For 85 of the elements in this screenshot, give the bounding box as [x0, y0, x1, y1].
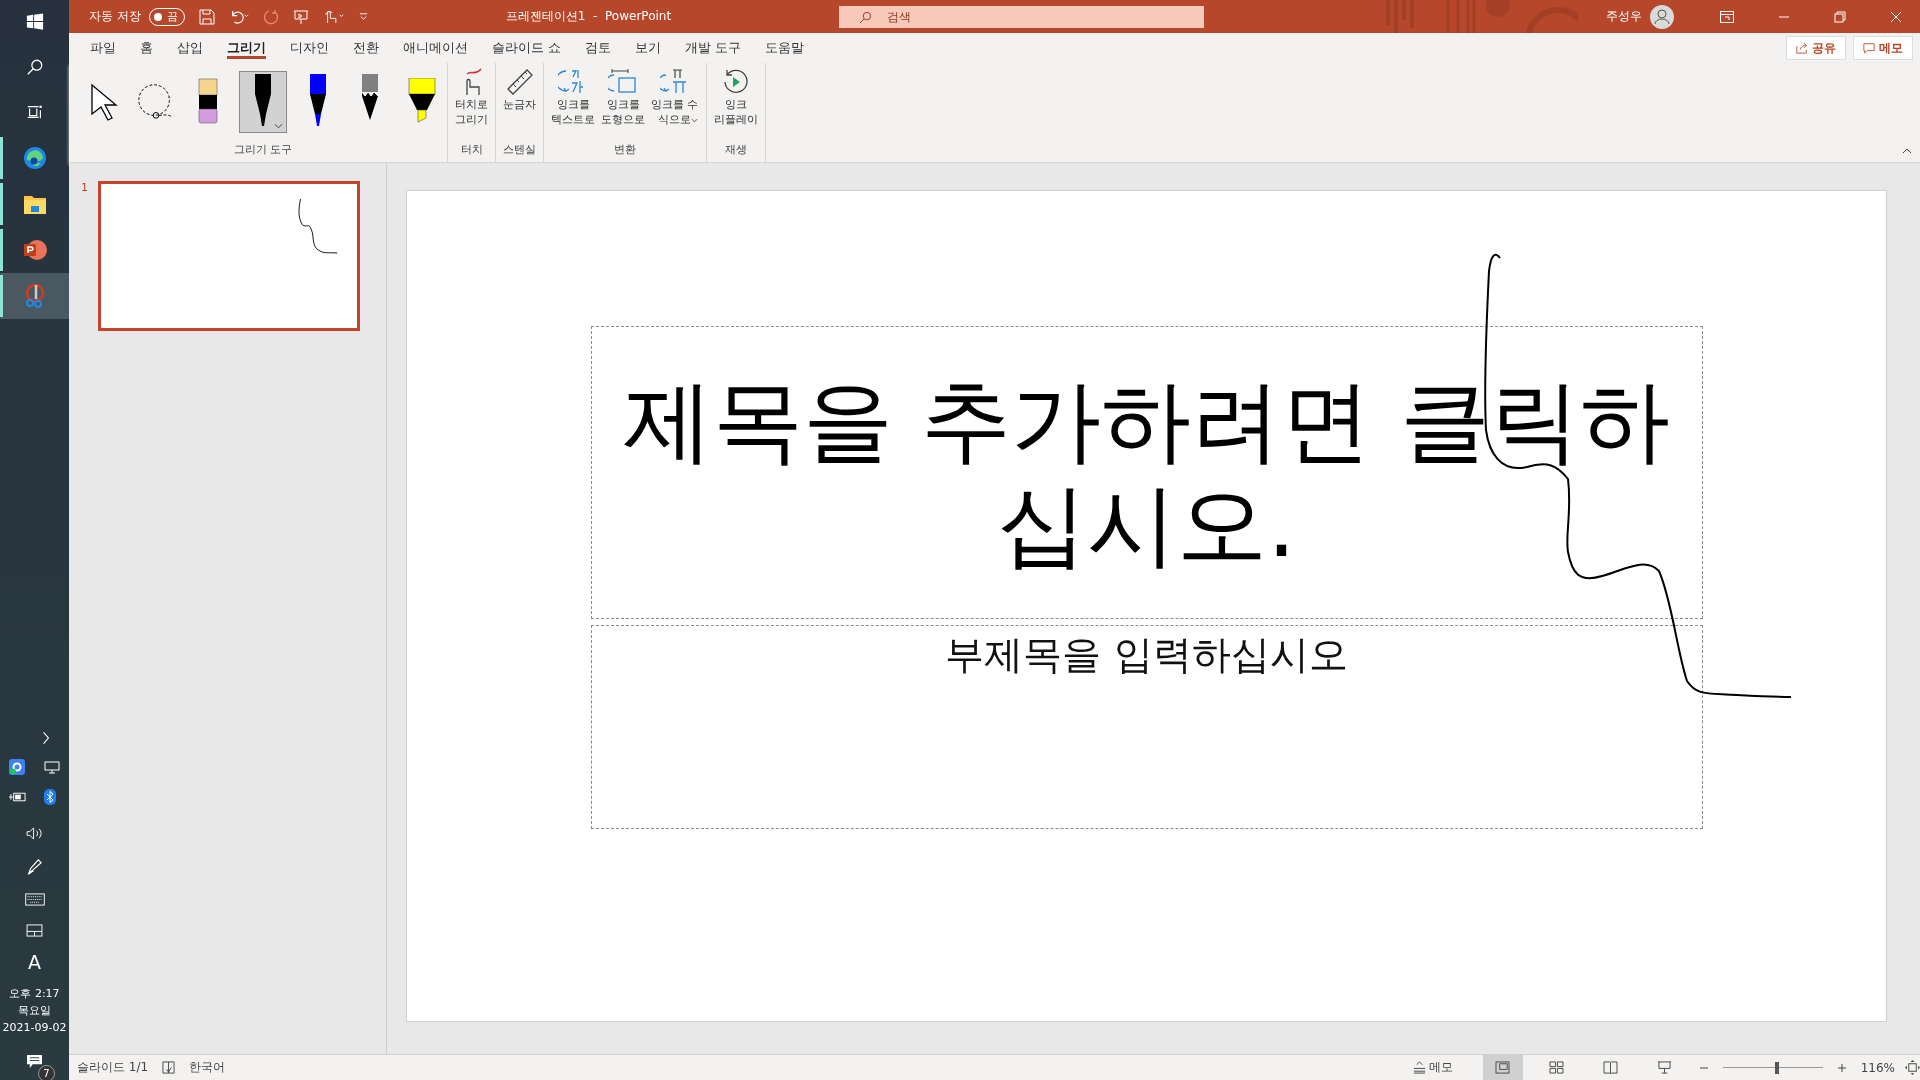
ribbon-tab[interactable]: 슬라이드 쇼	[480, 33, 574, 63]
pen-icon[interactable]	[26, 858, 43, 875]
sync-app-icon[interactable]	[8, 759, 25, 775]
taskbar-app[interactable]	[0, 273, 69, 319]
collapse-ribbon-icon[interactable]	[1902, 148, 1912, 154]
grid-view-icon	[1549, 1061, 1565, 1074]
ribbon-tab[interactable]: 애니메이션	[391, 33, 480, 63]
network-icon[interactable]	[43, 759, 60, 775]
ribbon-tab[interactable]: 그리기	[215, 33, 278, 63]
notes-icon	[1412, 1061, 1426, 1074]
ribbon-button[interactable]: 눈금자	[500, 63, 539, 112]
ribbon-button[interactable]: 잉크를 수 식으로	[648, 63, 702, 127]
ribbon-button[interactable]: 잉크를 도형으로	[598, 63, 648, 127]
group-label: 스텐실	[503, 142, 536, 158]
user-name[interactable]: 주성우	[1606, 8, 1642, 25]
avatar-icon[interactable]	[1650, 4, 1674, 29]
windows-logo-icon[interactable]	[25, 13, 44, 31]
slideshow-icon	[1657, 1061, 1673, 1074]
ribbon-tab[interactable]: 파일	[78, 33, 128, 63]
restore-icon[interactable]	[1834, 10, 1846, 23]
slide-number: 1	[81, 181, 88, 196]
touch-mode-icon[interactable]	[322, 9, 345, 24]
clock-text[interactable]: 목요일	[18, 1002, 51, 1019]
speaker-icon[interactable]	[26, 827, 43, 840]
ribbon-button[interactable]: 잉크를 텍스트로	[548, 63, 598, 127]
ribbon-tab[interactable]: 검토	[573, 33, 624, 63]
highlighter-icon	[408, 77, 436, 126]
ribbon-button[interactable]: 터치로 그리기	[452, 63, 491, 127]
customize-icon[interactable]	[358, 12, 368, 21]
zoom-in-icon[interactable]	[1836, 1062, 1847, 1073]
view-button[interactable]	[1482, 1055, 1523, 1080]
slide-thumbnail[interactable]	[98, 181, 360, 331]
slide-counter[interactable]: 슬라이드 1/1	[77, 1059, 149, 1076]
normal-view-icon	[1495, 1061, 1511, 1074]
group-label: 그리기 도구	[233, 142, 293, 158]
zoom-slider-thumb[interactable]	[1774, 1061, 1779, 1074]
accessibility-icon[interactable]	[162, 1061, 176, 1074]
language-indicator[interactable]: 한국어	[189, 1059, 226, 1076]
ribbon-tab[interactable]: 홈	[128, 33, 165, 63]
share-icon	[1796, 42, 1808, 54]
ribbon-tab[interactable]: 도움말	[753, 33, 817, 63]
comment-icon	[1863, 42, 1875, 54]
book-icon	[1603, 1061, 1619, 1074]
subtitle-placeholder[interactable]: 부제목을 입력하십시오	[590, 625, 1703, 829]
task-view-icon[interactable]	[25, 103, 44, 121]
touchpad-icon[interactable]	[26, 924, 43, 937]
presentation-icon[interactable]	[292, 8, 309, 25]
group-label: 터치	[460, 142, 483, 158]
group-label: 변환	[613, 142, 636, 158]
group-label: 재생	[724, 142, 747, 158]
clock-text[interactable]: 2021-09-02	[2, 1019, 67, 1036]
search-icon	[859, 10, 873, 24]
notification-icon[interactable]	[26, 1054, 43, 1069]
drawing-tool[interactable]	[239, 70, 287, 133]
input-language[interactable]: A	[28, 951, 41, 973]
ribbon-button[interactable]: 잉크 리플레이	[710, 63, 761, 127]
keyboard-icon[interactable]	[23, 893, 46, 906]
pointer-icon	[89, 81, 119, 122]
zoom-percent[interactable]: 116%	[1860, 1060, 1895, 1075]
save-icon[interactable]	[198, 8, 215, 25]
ribbon-display-icon[interactable]	[1720, 10, 1734, 23]
fit-to-window-icon[interactable]	[1905, 1060, 1920, 1075]
ribbon-tab[interactable]: 삽입	[165, 33, 215, 63]
ribbon-tab[interactable]: 개발 도구	[673, 33, 754, 63]
autosave-label: 자동 저장	[89, 8, 141, 25]
notification-count: 7	[38, 1065, 55, 1080]
notes-button[interactable]: 메모	[1406, 1058, 1459, 1077]
caret-icon	[274, 122, 283, 129]
chevron-icon[interactable]	[41, 731, 50, 745]
browser-icon	[22, 146, 47, 170]
search-field[interactable]: 검색	[839, 5, 1205, 28]
ribbon-tab[interactable]: 보기	[623, 33, 674, 63]
ribbon-tab[interactable]: 전환	[341, 33, 391, 63]
search-icon[interactable]	[25, 58, 44, 76]
presentation-app-icon	[22, 238, 47, 262]
clock-text[interactable]: 오후 2:17	[9, 985, 60, 1002]
bluetooth-icon[interactable]	[43, 789, 56, 805]
battery-icon[interactable]	[8, 791, 26, 803]
comments-button[interactable]: 메모	[1853, 36, 1913, 60]
close-icon[interactable]	[1890, 10, 1902, 23]
eraser-icon	[198, 77, 218, 126]
slide-subtitle: 부제목을 입력하십시오	[945, 631, 1348, 679]
ribbon-tab[interactable]: 디자인	[278, 33, 341, 63]
share-button[interactable]: 공유	[1786, 36, 1846, 60]
window-title: 프레젠테이션1 - PowerPoint	[505, 8, 672, 25]
